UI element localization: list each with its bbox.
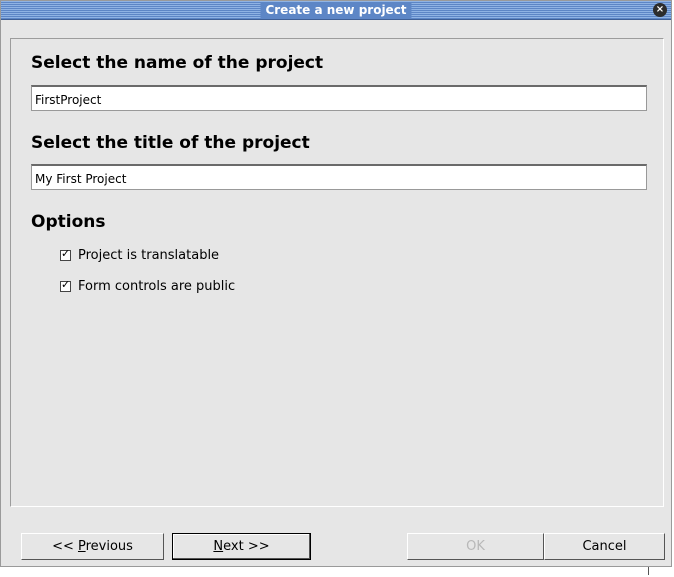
- title-bar[interactable]: Create a new project ×: [1, 1, 671, 20]
- cancel-button[interactable]: Cancel: [544, 533, 665, 560]
- next-rest: ext >>: [223, 539, 270, 554]
- translatable-label: Project is translatable: [78, 247, 220, 263]
- check-mark-icon: ✓: [61, 277, 71, 291]
- previous-button[interactable]: << Previous: [21, 533, 164, 560]
- public-controls-label: Form controls are public: [78, 278, 236, 294]
- previous-rest: revious: [85, 539, 133, 554]
- project-name-input[interactable]: [31, 85, 647, 111]
- options-heading: Options: [31, 212, 106, 232]
- public-controls-option[interactable]: ✓ Form controls are public: [60, 278, 235, 294]
- previous-prefix: <<: [52, 539, 78, 554]
- translatable-checkbox[interactable]: ✓: [60, 246, 71, 261]
- next-mnemonic: N: [213, 539, 224, 554]
- project-title-input[interactable]: [31, 164, 647, 190]
- check-mark-icon: ✓: [61, 246, 71, 260]
- next-button[interactable]: Next >>: [172, 533, 311, 560]
- project-title-heading: Select the title of the project: [31, 133, 310, 153]
- window-edge-divider: [648, 567, 649, 575]
- previous-mnemonic: P: [77, 539, 86, 554]
- dialog-title: Create a new project: [260, 2, 412, 18]
- close-icon[interactable]: ×: [653, 3, 667, 17]
- project-name-heading: Select the name of the project: [31, 53, 324, 73]
- ok-button[interactable]: OK: [407, 533, 544, 560]
- public-controls-checkbox[interactable]: ✓: [60, 277, 71, 292]
- translatable-option[interactable]: ✓ Project is translatable: [60, 247, 219, 263]
